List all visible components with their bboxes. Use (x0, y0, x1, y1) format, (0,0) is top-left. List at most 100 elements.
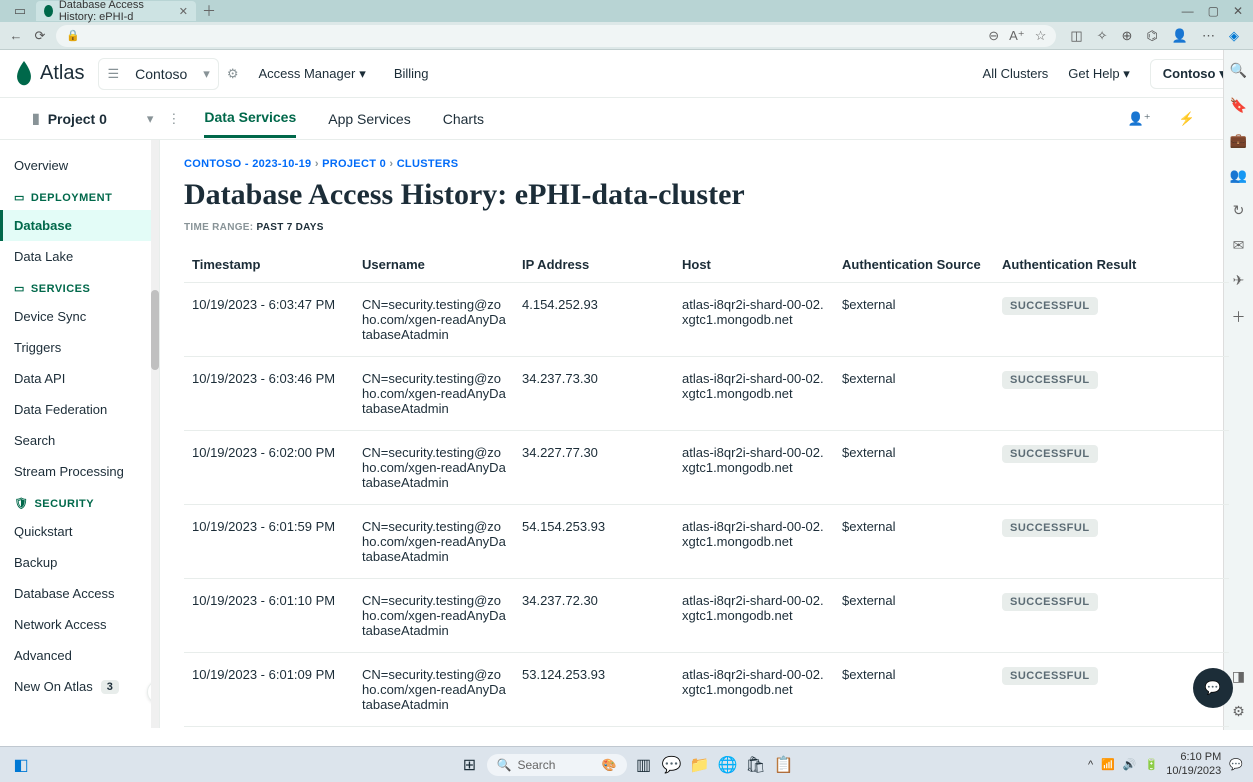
sidebar-item-data-api[interactable]: Data API (0, 363, 159, 394)
tray-volume-icon[interactable]: 🔊 (1123, 758, 1137, 771)
link-get-help[interactable]: Get Help ▾ (1068, 66, 1129, 82)
back-icon[interactable]: ← (8, 28, 24, 44)
th-auth-source[interactable]: Authentication Source (834, 247, 994, 283)
more-icon[interactable]: ⋯ (1202, 28, 1215, 44)
sidebar-item-triggers[interactable]: Triggers (0, 332, 159, 363)
tab-group-icon[interactable]: ▭ (4, 3, 36, 19)
tab-data-services[interactable]: Data Services (204, 99, 296, 138)
sidebar-item-new-on-atlas[interactable]: New On Atlas 3 (0, 671, 159, 702)
status-badge: SUCCESSFUL (1002, 445, 1098, 463)
th-timestamp[interactable]: Timestamp (184, 247, 354, 283)
breadcrumb-project[interactable]: PROJECT 0 (322, 158, 386, 170)
sidebar-item-device-sync[interactable]: Device Sync (0, 301, 159, 332)
cell-timestamp: 10/19/2023 - 6:03:47 PM (184, 283, 354, 357)
more-icon[interactable]: ⋮ (167, 111, 180, 127)
taskbar-search[interactable]: 🔍 Search 🎨 (487, 754, 627, 776)
refresh-icon[interactable]: ⟳ (32, 28, 48, 44)
sidebar-scrollbar[interactable] (151, 140, 159, 728)
url-bar[interactable]: 🔒 ⊖ A⁺ ☆ (56, 25, 1056, 47)
sidebar-item-data-lake[interactable]: Data Lake (0, 241, 159, 272)
table-row: 10/19/2023 - 6:01:59 PM CN=security.test… (184, 505, 1229, 579)
cell-host: atlas-i8qr2i-shard-00-02.xgtc1.mongodb.n… (674, 431, 834, 505)
sidebar: Overview ▭ DEPLOYMENT Database Data Lake… (0, 140, 160, 728)
invite-icon[interactable]: 👤⁺ (1128, 111, 1151, 127)
tab-charts[interactable]: Charts (443, 101, 484, 137)
sidebar-item-data-federation[interactable]: Data Federation (0, 394, 159, 425)
activity-icon[interactable]: ⚡ (1179, 111, 1195, 127)
tray-battery-icon[interactable]: 🔋 (1145, 758, 1159, 771)
tab-favicon (44, 5, 53, 17)
lock-icon: 🔒 (66, 29, 80, 42)
chevron-down-icon: ▾ (359, 66, 366, 82)
link-all-clusters[interactable]: All Clusters (983, 66, 1049, 81)
sidebar-item-network-access[interactable]: Network Access (0, 609, 159, 640)
breadcrumb-section[interactable]: CLUSTERS (397, 158, 459, 170)
favorites-bar-icon[interactable]: ✧ (1097, 28, 1108, 44)
sidebar-item-advanced[interactable]: Advanced (0, 640, 159, 671)
chat-fab[interactable]: 💬 (1193, 668, 1233, 708)
chevron-down-icon[interactable]: ▾ (147, 111, 154, 127)
favorite-icon[interactable]: ☆ (1035, 28, 1047, 44)
breadcrumb-org[interactable]: CONTOSO - 2023-10-19 (184, 158, 311, 170)
new-tab-icon[interactable]: ＋ (202, 1, 216, 21)
sidebar-item-search[interactable]: Search (0, 425, 159, 456)
tray-chevron-icon[interactable]: ^ (1088, 759, 1093, 771)
task-view-icon[interactable]: ▥ (633, 754, 655, 776)
chat-icon[interactable]: 💬 (661, 754, 683, 776)
cell-auth-result: SUCCESSFUL (994, 357, 1229, 431)
cell-timestamp: 10/19/2023 - 6:03:46 PM (184, 357, 354, 431)
project-selector[interactable]: ▮ Project 0 (32, 110, 107, 127)
tray-wifi-icon[interactable]: 📶 (1101, 758, 1115, 771)
gear-icon[interactable]: ⚙ (227, 66, 239, 82)
window-close-icon[interactable]: ✕ (1233, 4, 1243, 18)
extensions-icon[interactable]: ⌬ (1146, 28, 1157, 44)
content-area: CONTOSO - 2023-10-19 › PROJECT 0 › CLUST… (160, 140, 1253, 728)
nav-billing[interactable]: Billing (394, 66, 429, 82)
cell-username: CN=security.testing@zoho.com/xgen-readAn… (354, 579, 514, 653)
cell-timestamp: 10/19/2023 - 6:01:09 PM (184, 653, 354, 727)
app-icon[interactable]: 📋 (773, 754, 795, 776)
sidebar-item-quickstart[interactable]: Quickstart (0, 516, 159, 547)
clock-date: 10/19/2023 (1166, 765, 1221, 778)
copilot-icon[interactable]: ◈ (1229, 28, 1239, 44)
sidebar-header-deployment: ▭ DEPLOYMENT (0, 181, 159, 210)
store-icon[interactable]: 🛍 (745, 754, 767, 776)
nav-label: Access Manager (258, 66, 355, 81)
notifications-icon[interactable]: 💬 (1229, 758, 1243, 771)
th-ip[interactable]: IP Address (514, 247, 674, 283)
window-maximize-icon[interactable]: ▢ (1208, 4, 1219, 18)
start-icon[interactable]: ⊞ (459, 754, 481, 776)
sidebar-item-overview[interactable]: Overview (0, 150, 159, 181)
explorer-icon[interactable]: 📁 (689, 754, 711, 776)
tab-close-icon[interactable]: ✕ (179, 5, 188, 18)
side-tag-icon[interactable]: 🔖 (1230, 97, 1247, 114)
time-range-value: PAST 7 DAYS (257, 222, 324, 233)
th-username[interactable]: Username (354, 247, 514, 283)
split-screen-icon[interactable]: ◫ (1070, 28, 1082, 44)
profile-icon[interactable]: 👤 (1172, 28, 1188, 44)
time-range: TIME RANGE: PAST 7 DAYS (184, 222, 1229, 233)
side-search-icon[interactable]: 🔍 (1230, 62, 1247, 79)
nav-access-manager[interactable]: Access Manager ▾ (258, 66, 365, 82)
collections-icon[interactable]: ⊕ (1122, 28, 1133, 44)
th-auth-result[interactable]: Authentication Result (994, 247, 1229, 283)
org-selector[interactable]: ☰ Contoso ▾ (98, 58, 218, 90)
sidebar-item-database-access[interactable]: Database Access (0, 578, 159, 609)
read-aloud-icon[interactable]: A⁺ (1009, 28, 1025, 44)
taskbar-clock[interactable]: 6:10 PM 10/19/2023 (1166, 751, 1221, 777)
clock-time: 6:10 PM (1166, 751, 1221, 764)
zoom-icon[interactable]: ⊖ (988, 28, 999, 44)
sidebar-item-database[interactable]: Database (0, 210, 159, 241)
edge-icon[interactable]: 🌐 (717, 754, 739, 776)
sidebar-item-stream-processing[interactable]: Stream Processing (0, 456, 159, 487)
tab-app-services[interactable]: App Services (328, 101, 410, 137)
sb-header-label: SECURITY (34, 498, 94, 510)
window-minimize-icon[interactable]: — (1182, 4, 1194, 18)
atlas-logo[interactable]: Atlas (14, 61, 84, 87)
widgets-icon[interactable]: ◧ (10, 754, 32, 776)
th-host[interactable]: Host (674, 247, 834, 283)
cell-auth-source: $external (834, 283, 994, 357)
cell-auth-source: $external (834, 431, 994, 505)
sidebar-item-backup[interactable]: Backup (0, 547, 159, 578)
browser-tab-active[interactable]: Database Access History: ePHI-d ✕ (36, 1, 196, 21)
